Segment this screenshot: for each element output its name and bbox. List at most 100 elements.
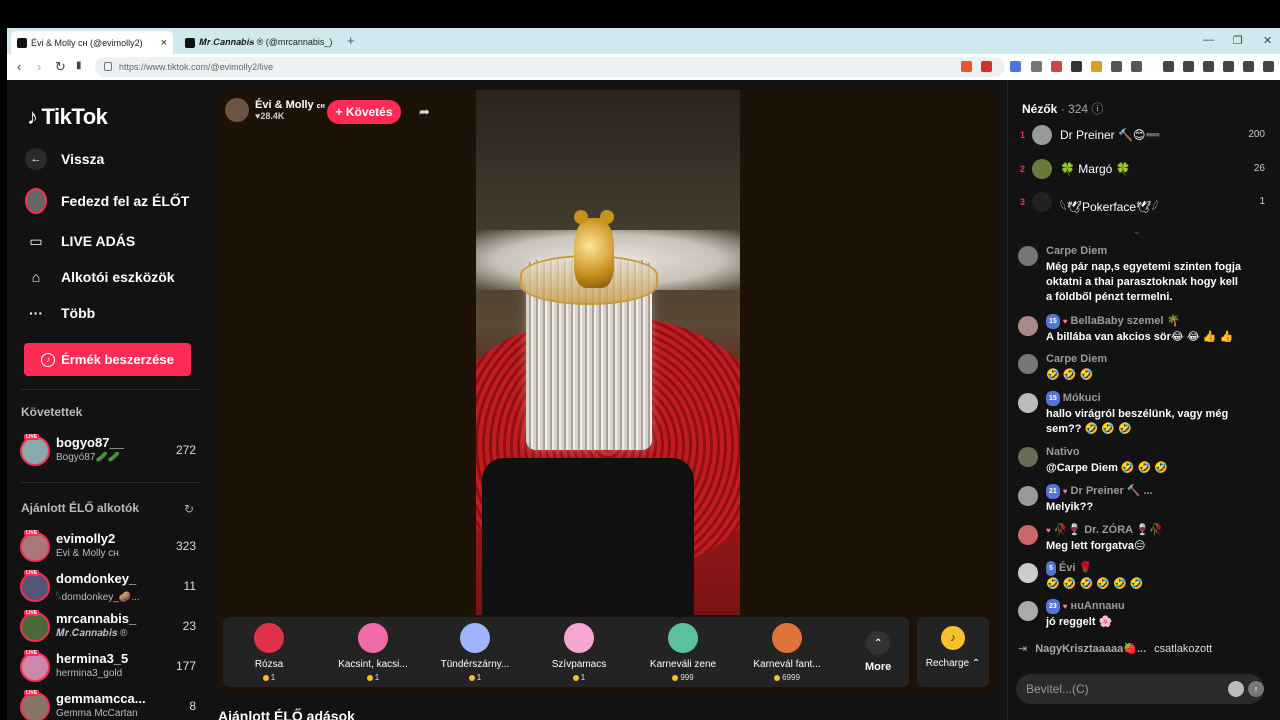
avatar: [20, 436, 50, 466]
music-icon[interactable]: [1163, 61, 1174, 72]
browser-tab-active[interactable]: Évi & Molly ᴄʜ (@evimolly2) ×: [11, 31, 173, 54]
gift-item[interactable]: Rózsa 1: [223, 623, 315, 682]
avatar: [20, 652, 50, 682]
creator-nickname: 𓆩domdonkey_🥔...: [56, 592, 140, 603]
likes-count: ♥28.4K: [255, 111, 285, 121]
viewer-points: 200: [1248, 129, 1265, 140]
extension-icon[interactable]: [1131, 61, 1142, 72]
brave-shield-icon[interactable]: [961, 61, 972, 72]
forward-arrow-icon[interactable]: ›: [37, 59, 41, 74]
gift-item[interactable]: Karnevál fant... 6999: [741, 623, 833, 682]
gift-price: 1: [223, 673, 315, 682]
viewer-count: 323: [175, 539, 196, 553]
divider: [21, 482, 201, 483]
wallet-icon[interactable]: [1203, 61, 1214, 72]
streamer-info[interactable]: Évi & Molly ᴄʜ ♥28.4K: [225, 98, 325, 122]
ellipsis-icon: ···: [29, 305, 43, 321]
extension-icon[interactable]: [1010, 61, 1021, 72]
explore-live-link[interactable]: Fedezd fel az ÉLŐT: [25, 188, 190, 214]
gift-bar: Rózsa 1 Kacsint, kacsi... 1 Tündérszárny…: [223, 617, 909, 687]
recommended-title: Ajánlott ÉLŐ alkotók: [21, 501, 140, 515]
creator-tools-link[interactable]: ⌂ Alkotói eszközök: [25, 266, 175, 288]
enter-icon: ⇥: [1018, 643, 1028, 655]
left-sidebar: ♪ TikTok ← Vissza Fedezd fel az ÉLŐT ▭ L…: [7, 80, 215, 720]
reload-icon[interactable]: ↻: [55, 59, 66, 75]
vpn-icon[interactable]: [1243, 61, 1254, 72]
live-link[interactable]: ▭ LIVE ADÁS: [25, 230, 135, 252]
recharge-label: Recharge ⌃: [925, 658, 981, 669]
creator-name: evimolly2: [56, 531, 116, 546]
url-field[interactable]: https://www.tiktok.com/@evimolly2/live: [95, 57, 1005, 77]
extension-icon[interactable]: [1071, 61, 1082, 72]
sidebar-icon[interactable]: [1183, 61, 1194, 72]
tab-close-icon[interactable]: ×: [161, 37, 167, 49]
extension-icon[interactable]: [1031, 61, 1042, 72]
live-player[interactable]: Évi & Molly ᴄʜ ♥28.4K + Követés ➦ Rózsa …: [217, 90, 997, 693]
live-badge: LIVE: [24, 610, 40, 616]
following-title: Követettek: [21, 405, 83, 419]
top-viewer[interactable]: 2 🍀 Margó 🍀 26: [1020, 159, 1265, 183]
extension-icon[interactable]: [1051, 61, 1062, 72]
avatar: [20, 692, 50, 720]
menu-icon[interactable]: [1263, 61, 1274, 72]
streamer-avatar[interactable]: [225, 98, 249, 122]
following-creator[interactable]: LIVE bogyo87__ Bogyó87🥒🥒 272: [20, 434, 200, 468]
bookmark-icon[interactable]: ▮: [76, 60, 82, 71]
live-video[interactable]: [476, 90, 740, 615]
new-tab-button[interactable]: +: [347, 33, 355, 48]
creator-name: gemmamcca...: [56, 691, 146, 706]
live-badge: LIVE: [24, 650, 40, 656]
recommended-creator[interactable]: LIVE gemmamcca... Gemma McCartan 8: [20, 690, 200, 720]
recommended-creator[interactable]: LIVE hermina3_5 hermina3_gold 177: [20, 650, 200, 684]
browser-tab-bar: Évi & Molly ᴄʜ (@evimolly2) × 𝑴𝒓.𝑪𝒂𝒏𝒏𝒂𝒃𝒊…: [7, 28, 1280, 54]
more-gifts-button[interactable]: ⌃ More: [865, 631, 891, 673]
gift-item[interactable]: Kacsint, kacsi... 1: [327, 623, 419, 682]
get-coins-button[interactable]: ♪ Érmék beszerzése: [24, 343, 191, 376]
viewer-points: 26: [1253, 163, 1265, 174]
chevron-down-icon[interactable]: ⌄: [1133, 226, 1141, 237]
minimize-button[interactable]: —: [1203, 34, 1214, 46]
maximize-button[interactable]: ❐: [1233, 34, 1243, 47]
more-link[interactable]: ··· Több: [25, 302, 95, 324]
send-icon[interactable]: ↑: [1248, 681, 1264, 697]
extension-icon[interactable]: [1111, 61, 1122, 72]
share-icon[interactable]: ➦: [419, 104, 430, 120]
viewer-count: 177: [175, 659, 196, 673]
gift-item[interactable]: Karneváli zene 999: [637, 623, 729, 682]
viewers-header: Nézők · 324 ⓘ: [1022, 102, 1104, 116]
extension-icon[interactable]: [1091, 61, 1102, 72]
back-arrow-icon[interactable]: ‹: [17, 59, 21, 74]
extension-icon[interactable]: [981, 61, 992, 72]
back-button[interactable]: ← Vissza: [25, 148, 104, 170]
top-viewer[interactable]: 3 𓆩🕊Pokerface🕊𓆪 1: [1020, 192, 1265, 216]
recommended-creator[interactable]: LIVE evimolly2 Évi & Molly ᴄʜ 323: [20, 530, 200, 564]
creator-tools-label: Alkotói eszközök: [61, 269, 175, 285]
recommended-creator[interactable]: LIVE domdonkey_ 𓆩domdonkey_🥔... 11: [20, 570, 200, 604]
refresh-icon[interactable]: ↻: [184, 502, 194, 516]
tiktok-logo[interactable]: ♪ TikTok: [27, 104, 108, 130]
recharge-button[interactable]: ♪ Recharge ⌃: [917, 617, 989, 687]
site-info-icon[interactable]: [104, 62, 112, 71]
joined-user: NagyKrisztaaaaa🍓...: [1035, 643, 1147, 655]
back-label: Vissza: [61, 151, 105, 167]
viewer-points: 1: [1259, 196, 1265, 207]
gift-name: Tündérszárny...: [440, 659, 510, 670]
avatar: [1032, 192, 1052, 212]
download-icon[interactable]: [1223, 61, 1234, 72]
more-label: More: [865, 661, 892, 673]
recommended-creator[interactable]: LIVE mrcannabis_ 𝑴𝒓.𝑪𝒂𝒏𝒏𝒂𝒃𝒊𝒔 ® 23: [20, 610, 200, 644]
gift-item[interactable]: Tündérszárny... 1: [429, 623, 521, 682]
live-badge: LIVE: [24, 570, 40, 576]
emoji-icon[interactable]: [1228, 681, 1244, 697]
right-panel: Nézők · 324 ⓘ 1 Dr Preiner 🔨😊➖ 200 2 🍀 M…: [1007, 80, 1280, 720]
avatar: [20, 532, 50, 562]
explore-label: Fedezd fel az ÉLŐT: [61, 193, 190, 209]
top-viewer[interactable]: 1 Dr Preiner 🔨😊➖ 200: [1020, 125, 1265, 149]
chat-input[interactable]: Bevitel...(C) ↑: [1016, 674, 1264, 704]
follow-button[interactable]: + Követés: [327, 100, 401, 124]
close-window-button[interactable]: ✕: [1263, 34, 1272, 47]
tiktok-note-icon: ♪: [27, 104, 38, 129]
gift-item[interactable]: Szívpamacs 1: [533, 623, 625, 682]
browser-tab[interactable]: 𝑴𝒓.𝑪𝒂𝒏𝒏𝒂𝒃𝒊𝒔 ® (@mrcannabis_): [179, 31, 339, 54]
gift-name: Szívpamacs: [551, 659, 607, 670]
